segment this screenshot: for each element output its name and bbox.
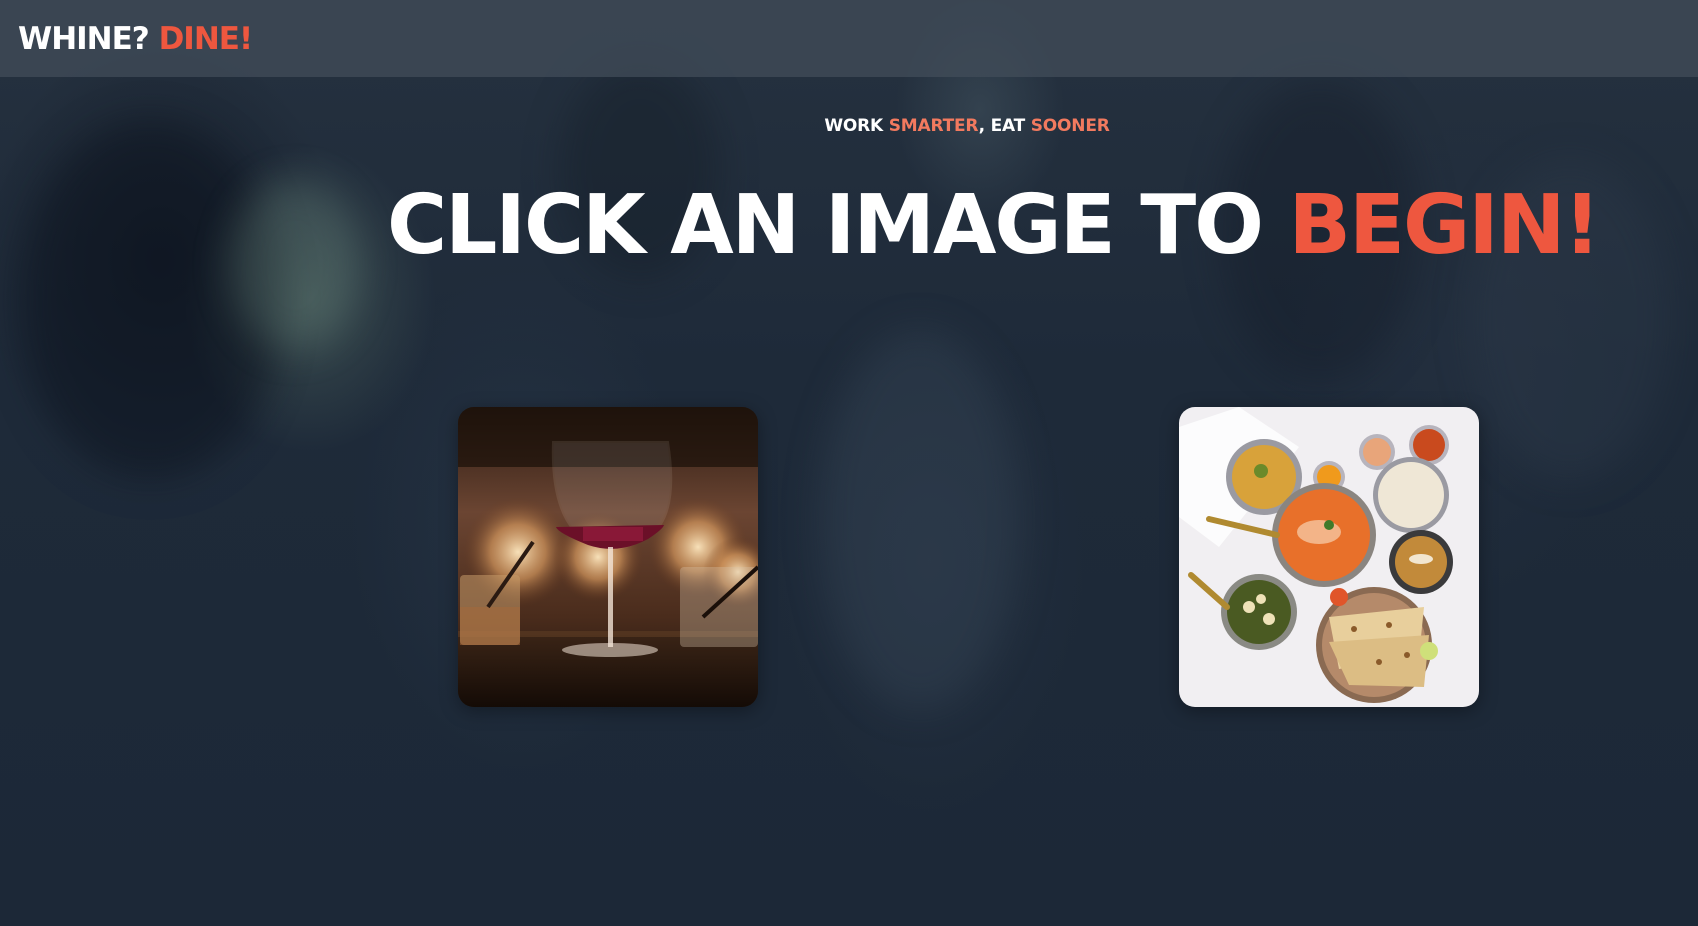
site-logo[interactable]: WHINE? DINE! [18, 20, 254, 57]
tagline-sooner: SOONER [1030, 116, 1110, 136]
logo-text-dine: DINE! [158, 20, 254, 57]
background-blur-shape [820, 330, 1020, 710]
tagline: WORK SMARTER, EAT SOONER [0, 116, 1698, 136]
background-blur-shape [230, 180, 360, 350]
page-title: CLICK AN IMAGE TO BEGIN! [387, 185, 1601, 267]
food-image-card[interactable] [1179, 407, 1479, 707]
wine-glass-photo [458, 407, 758, 707]
title-accent-text: BEGIN! [1288, 178, 1600, 273]
site-header: WHINE? DINE! [0, 0, 1698, 77]
logo-text-whine: WHINE? [18, 20, 150, 57]
indian-food-spread-photo [1179, 407, 1479, 707]
title-main-text: CLICK AN IMAGE TO [387, 178, 1289, 273]
tagline-work: WORK [824, 116, 889, 136]
wine-image-card[interactable] [458, 407, 758, 707]
tagline-eat: , EAT [978, 116, 1031, 136]
tagline-smarter: SMARTER [888, 116, 979, 136]
